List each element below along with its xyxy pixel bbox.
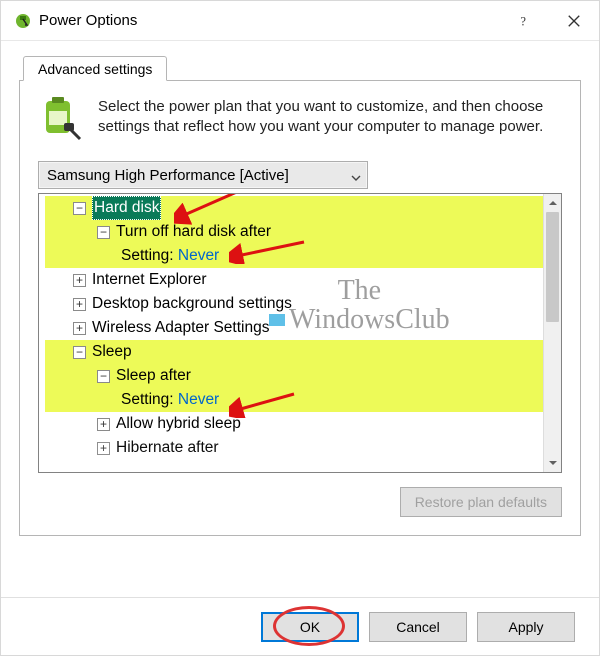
scroll-down-button[interactable] — [544, 454, 561, 472]
tree-setting-sleep-after-value[interactable]: Setting: Never — [45, 388, 543, 412]
scroll-up-button[interactable] — [544, 194, 561, 212]
tree-node-sleep[interactable]: − Sleep — [45, 340, 543, 364]
tree-node-hybrid-sleep[interactable]: + Allow hybrid sleep — [45, 412, 543, 436]
setting-value-link[interactable]: Never — [178, 244, 219, 268]
dialog-button-bar: OK Cancel Apply — [1, 597, 599, 655]
power-plan-selected: Samsung High Performance [Active] — [47, 167, 289, 184]
tree-node-desktop-background[interactable]: + Desktop background settings — [45, 292, 543, 316]
expander-minus-icon[interactable]: − — [73, 346, 86, 359]
cancel-button[interactable]: Cancel — [369, 612, 467, 642]
scroll-thumb[interactable] — [546, 212, 559, 322]
tree-node-sleep-after[interactable]: − Sleep after — [45, 364, 543, 388]
node-label: Hard disk — [92, 196, 161, 220]
intro-section: Select the power plan that you want to c… — [38, 97, 562, 143]
tree-node-turn-off-hard-disk[interactable]: − Turn off hard disk after — [45, 220, 543, 244]
svg-text:?: ? — [521, 14, 526, 28]
power-options-app-icon — [15, 13, 31, 29]
power-plan-dropdown[interactable]: Samsung High Performance [Active] — [38, 161, 368, 189]
restore-plan-defaults-button: Restore plan defaults — [400, 487, 562, 517]
tab-advanced-settings[interactable]: Advanced settings — [23, 56, 167, 81]
setting-value-link[interactable]: Never — [178, 388, 219, 412]
tree-node-internet-explorer[interactable]: + Internet Explorer — [45, 268, 543, 292]
chevron-down-icon — [351, 170, 361, 180]
tree-scrollbar[interactable] — [543, 194, 561, 472]
expander-minus-icon[interactable]: − — [97, 370, 110, 383]
node-label: Hibernate after — [116, 436, 219, 460]
node-label: Wireless Adapter Settings — [92, 316, 269, 340]
setting-label: Setting: — [121, 388, 174, 412]
tab-row: Advanced settings — [19, 51, 581, 81]
close-button[interactable] — [549, 1, 599, 41]
apply-button[interactable]: Apply — [477, 612, 575, 642]
node-label: Internet Explorer — [92, 268, 207, 292]
expander-plus-icon[interactable]: + — [73, 322, 86, 335]
close-icon — [567, 14, 581, 28]
expander-minus-icon[interactable]: − — [97, 226, 110, 239]
tree-node-hibernate-after[interactable]: + Hibernate after — [45, 436, 543, 460]
help-icon: ? — [517, 14, 531, 28]
settings-tree[interactable]: − Hard disk − Turn off hard disk after S… — [39, 194, 543, 472]
node-label: Sleep — [92, 340, 132, 364]
expander-plus-icon[interactable]: + — [73, 298, 86, 311]
tree-node-wireless-adapter[interactable]: + Wireless Adapter Settings — [45, 316, 543, 340]
ok-button[interactable]: OK — [261, 612, 359, 642]
expander-plus-icon[interactable]: + — [97, 442, 110, 455]
node-label: Allow hybrid sleep — [116, 412, 241, 436]
node-label: Sleep after — [116, 364, 191, 388]
intro-text: Select the power plan that you want to c… — [98, 97, 562, 143]
tab-panel: Select the power plan that you want to c… — [19, 81, 581, 536]
battery-plug-icon — [38, 97, 84, 143]
node-label: Desktop background settings — [92, 292, 292, 316]
node-label: Turn off hard disk after — [116, 220, 271, 244]
tree-setting-hard-disk-value[interactable]: Setting: Never — [45, 244, 543, 268]
tree-node-hard-disk[interactable]: − Hard disk — [45, 196, 543, 220]
scroll-track[interactable] — [544, 212, 561, 454]
expander-plus-icon[interactable]: + — [97, 418, 110, 431]
titlebar: Power Options ? — [1, 1, 599, 41]
help-button[interactable]: ? — [499, 1, 549, 41]
expander-plus-icon[interactable]: + — [73, 274, 86, 287]
window-title: Power Options — [39, 12, 499, 29]
expander-minus-icon[interactable]: − — [73, 202, 86, 215]
settings-tree-box: − Hard disk − Turn off hard disk after S… — [38, 193, 562, 473]
setting-label: Setting: — [121, 244, 174, 268]
